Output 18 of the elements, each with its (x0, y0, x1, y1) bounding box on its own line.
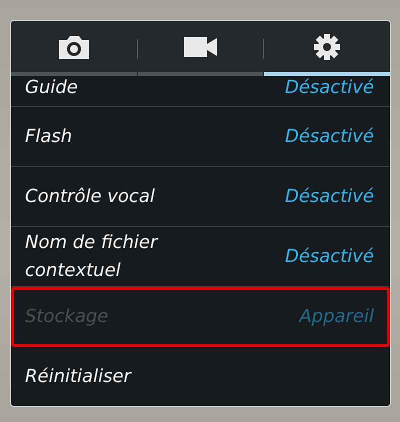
setting-value: Désactivé (284, 246, 374, 267)
setting-label: Guide (25, 76, 78, 100)
setting-row[interactable]: Nom de fichier contextuel Désactivé (11, 227, 390, 287)
setting-value: Appareil (299, 306, 374, 327)
setting-value: Désactivé (284, 126, 374, 147)
setting-value: Désactivé (284, 76, 374, 100)
video-camera-icon (184, 36, 218, 58)
setting-value: Désactivé (284, 186, 374, 207)
setting-label: Nom de fichier contextuel (25, 230, 160, 282)
settings-icon (313, 32, 342, 60)
setting-label: Réinitialiser (25, 364, 131, 388)
setting-row[interactable]: Réinitialiser (11, 347, 390, 406)
setting-label: Flash (25, 124, 72, 148)
setting-label: Contrôle vocal (25, 184, 155, 208)
setting-row[interactable]: Guide Désactivé (11, 76, 390, 107)
setting-row[interactable]: Flash Désactivé (11, 107, 390, 167)
setting-row[interactable]: Contrôle vocal Désactivé (11, 167, 390, 227)
camera-icon (56, 34, 91, 60)
